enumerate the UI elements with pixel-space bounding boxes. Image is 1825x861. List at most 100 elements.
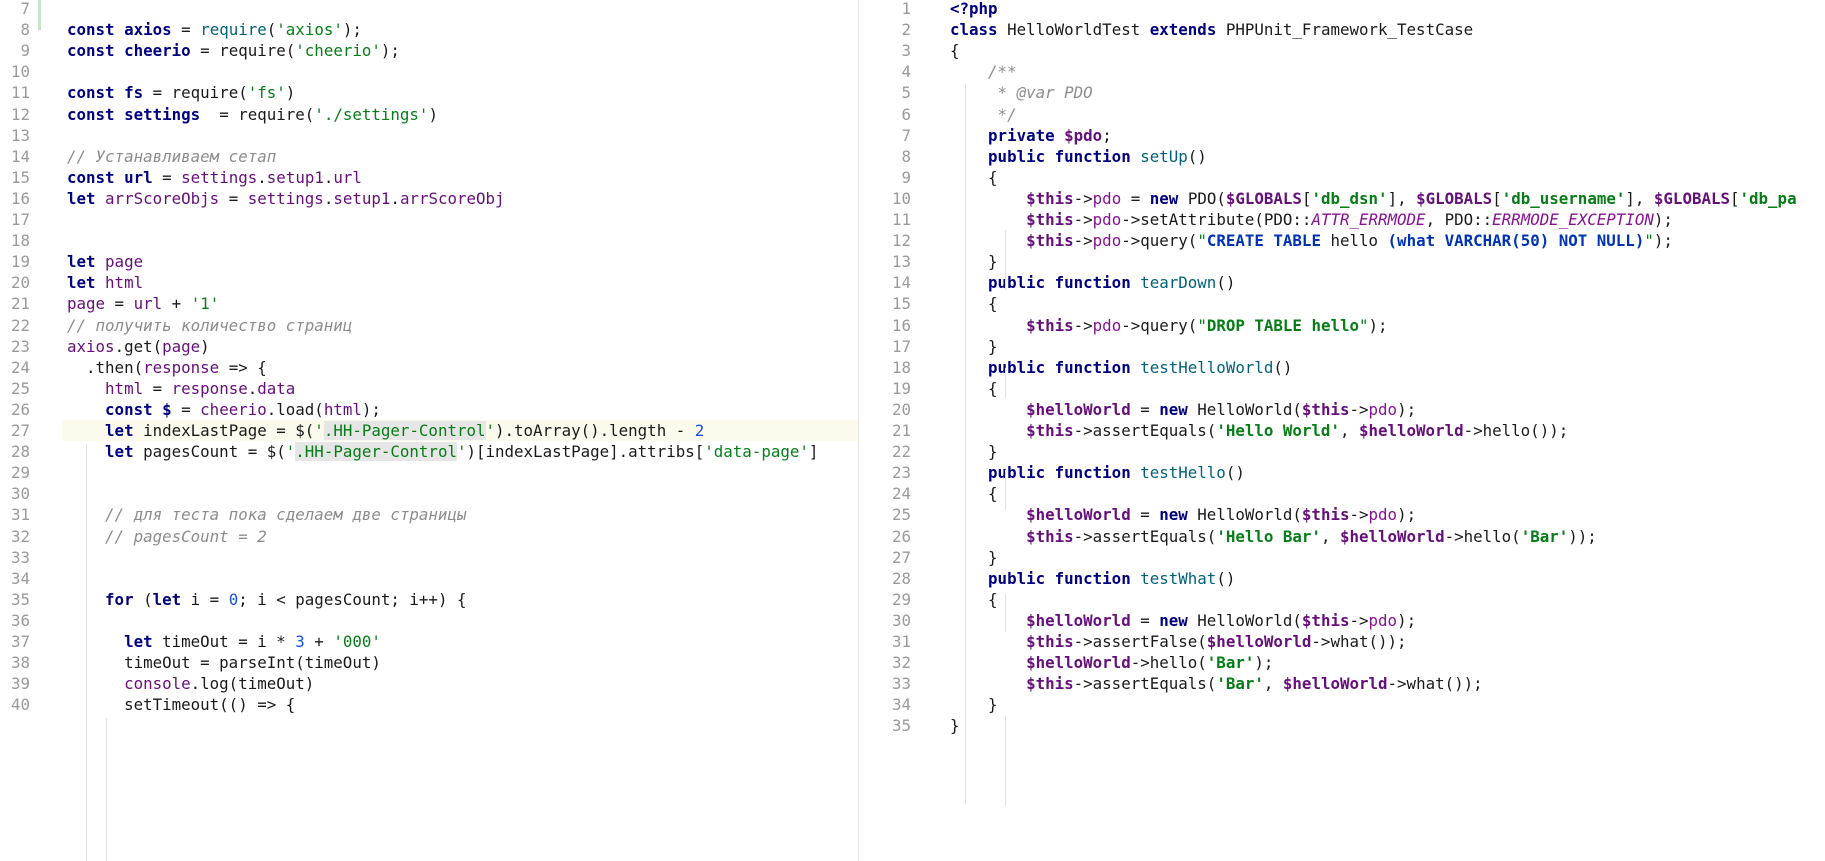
code-token: (): [1273, 357, 1293, 377]
code-token: $helloWorld: [950, 653, 1131, 673]
code-token: ->: [1349, 610, 1369, 630]
code-line[interactable]: $this->pdo->query("DROP TABLE hello");: [950, 315, 1387, 336]
code-line[interactable]: let pagesCount = $('.HH-Pager-Control')[…: [67, 441, 818, 462]
code-token: $helloWorld: [1339, 526, 1445, 546]
code-line[interactable]: public function testHello(): [950, 462, 1245, 483]
code-token: $helloWorld: [1358, 421, 1464, 440]
code-token: const: [67, 104, 125, 124]
code-token: cheerio: [200, 399, 267, 419]
code-token: 2: [694, 421, 705, 440]
code-line[interactable]: class HelloWorldTest extends PHPUnit_Fra…: [950, 19, 1473, 40]
code-line[interactable]: let html: [67, 272, 143, 293]
code-line[interactable]: // получить количество страниц: [67, 315, 352, 336]
code-line[interactable]: const cheerio = require('cheerio');: [67, 40, 400, 61]
code-line[interactable]: const url = settings.setup1.url: [67, 167, 362, 188]
code-line[interactable]: }: [950, 715, 960, 736]
code-line[interactable]: }: [950, 694, 998, 715]
code-token: ->what());: [1311, 632, 1407, 651]
code-token: ": [1359, 315, 1369, 335]
left-editor-pane[interactable]: 7 8 9 10 11 12 13 14 15 16 17 18 19 20 21 22 23 24 25 26 27 2…: [0, 0, 858, 861]
code-token: );: [1254, 653, 1274, 673]
code-token: extends: [1149, 20, 1226, 40]
line-number: 20: [891, 399, 911, 419]
code-token: // получить количество страниц: [67, 315, 353, 335]
code-line[interactable]: {: [950, 378, 998, 399]
code-line[interactable]: $this->assertEquals('Hello World', $hell…: [950, 420, 1568, 441]
line-number: 18: [891, 357, 911, 377]
code-line[interactable]: $helloWorld = new HelloWorld($this->pdo)…: [950, 504, 1416, 525]
code-line[interactable]: $helloWorld = new HelloWorld($this->pdo)…: [950, 610, 1416, 631]
code-line[interactable]: <?php: [950, 0, 998, 19]
code-line[interactable]: $this->pdo = new PDO($GLOBALS['db_dsn'],…: [950, 188, 1797, 209]
code-line[interactable]: const settings = require('./settings'): [67, 104, 438, 125]
code-token: =: [171, 399, 201, 419]
code-token: = require(: [200, 104, 315, 124]
code-line[interactable]: public function tearDown(): [950, 272, 1235, 293]
code-line[interactable]: $this->assertFalse($helloWorld->what());: [950, 631, 1407, 652]
code-line[interactable]: public function testHelloWorld(): [950, 357, 1292, 378]
code-token: .HH-Pager-Control: [295, 442, 457, 462]
code-token: ): [285, 83, 296, 103]
code-token: <?php: [950, 0, 998, 18]
code-line[interactable]: }: [950, 336, 998, 357]
code-line[interactable]: $this->assertEquals('Bar', $helloWorld->…: [950, 673, 1483, 694]
code-line[interactable]: let page: [67, 251, 143, 272]
line-number: 40: [10, 695, 30, 715]
code-line[interactable]: {: [950, 483, 998, 504]
code-line[interactable]: html = response.data: [67, 378, 295, 399]
code-token: response: [143, 357, 220, 377]
code-line[interactable]: /**: [950, 61, 1017, 82]
code-line[interactable]: setTimeout(() => {: [67, 694, 295, 715]
code-line[interactable]: }: [950, 547, 998, 568]
code-line[interactable]: $this->pdo->query("CREATE TABLE hello (w…: [950, 230, 1673, 251]
code-line[interactable]: public function testWhat(): [950, 568, 1235, 589]
code-line[interactable]: .then(response => {: [67, 357, 267, 378]
code-line[interactable]: * @var PDO: [950, 82, 1093, 103]
code-line[interactable]: $helloWorld->hello('Bar');: [950, 652, 1273, 673]
code-line[interactable]: {: [950, 589, 998, 610]
code-line[interactable]: */: [950, 104, 1017, 125]
code-line[interactable]: {: [950, 167, 998, 188]
line-number: 7: [901, 125, 911, 145]
code-line[interactable]: // для теста пока сделаем две страницы: [67, 504, 466, 525]
code-line[interactable]: // Устанавливаем сетап: [67, 146, 276, 167]
code-token: );: [1397, 610, 1417, 630]
code-token: );: [342, 20, 362, 40]
code-token: page: [67, 294, 106, 314]
code-line[interactable]: console.log(timeOut): [67, 673, 314, 694]
code-line[interactable]: private $pdo;: [950, 125, 1112, 146]
code-line[interactable]: let indexLastPage = $('.HH-Pager-Control…: [67, 420, 704, 441]
code-token: html: [323, 399, 362, 419]
line-number: 13: [891, 252, 911, 272]
line-number: 39: [10, 674, 30, 694]
code-line[interactable]: $this->pdo->setAttribute(PDO::ATTR_ERRMO…: [950, 209, 1673, 230]
line-number: 10: [10, 62, 30, 82]
code-line[interactable]: timeOut = parseInt(timeOut): [67, 652, 381, 673]
code-line[interactable]: public function setUp(): [950, 146, 1207, 167]
line-number: 31: [891, 632, 911, 651]
code-token: (): [1225, 463, 1245, 483]
code-line[interactable]: let arrScoreObjs = settings.setup1.arrSc…: [67, 188, 505, 209]
code-line[interactable]: for (let i = 0; i < pagesCount; i++) {: [67, 589, 466, 610]
code-token: ->assertEquals(: [1073, 421, 1217, 440]
code-token: .: [390, 188, 400, 208]
code-token: );: [1397, 399, 1417, 419]
line-number-gutter: 7 8 9 10 11 12 13 14 15 16 17 18 19 20 21 22 23 24 25 26 27 2…: [0, 0, 62, 861]
line-number: 9: [901, 167, 911, 187]
code-token: ->: [1073, 231, 1093, 251]
code-line[interactable]: const axios = require('axios');: [67, 19, 362, 40]
code-line[interactable]: $helloWorld = new HelloWorld($this->pdo)…: [950, 399, 1416, 420]
right-editor-pane[interactable]: 1 2 3 4 5 6 7 8 9 10 11 12 13 14 15 16 17 18 19 20 21 22 23 24 2…: [858, 0, 1825, 861]
code-line[interactable]: let timeOut = i * 3 + '000': [67, 631, 381, 652]
code-line[interactable]: }: [950, 251, 998, 272]
code-line[interactable]: const fs = require('fs'): [67, 82, 295, 103]
code-line[interactable]: $this->assertEquals('Hello Bar', $helloW…: [950, 526, 1597, 547]
code-line[interactable]: }: [950, 441, 998, 462]
code-line[interactable]: page = url + '1': [67, 293, 219, 314]
code-line[interactable]: const $ = cheerio.load(html);: [67, 399, 381, 420]
code-line[interactable]: {: [950, 40, 960, 61]
line-number: 38: [10, 653, 30, 673]
code-line[interactable]: {: [950, 293, 998, 314]
code-line[interactable]: axios.get(page): [67, 336, 210, 357]
code-line[interactable]: // pagesCount = 2: [67, 526, 267, 547]
